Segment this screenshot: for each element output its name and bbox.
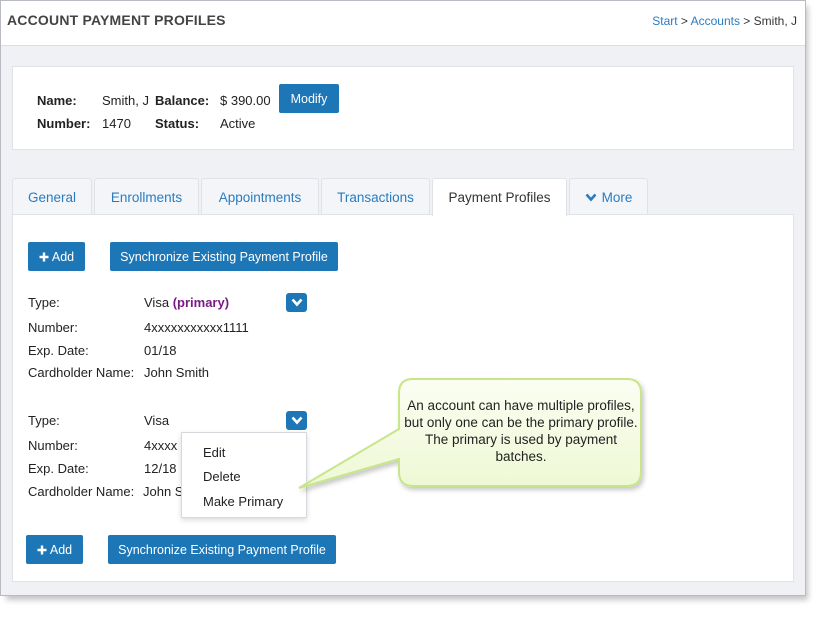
number-value: 1470 [102,116,131,131]
profile-number: 4xxxx [144,438,178,453]
breadcrumb-accounts-link[interactable]: Accounts [691,14,740,28]
balance-value: $ 390.00 [220,93,271,108]
chevron-down-icon [291,298,302,307]
exp-date-label: Exp. Date: [28,461,89,476]
callout-text: An account can have multiple profiles, b… [404,398,638,464]
add-button-label: Add [51,249,75,264]
sync-payment-profile-button[interactable]: Synchronize Existing Payment Profile [110,242,338,271]
balance-label: Balance: [155,93,210,108]
breadcrumb-separator: > [739,14,754,28]
add-button-label: Add [49,542,73,557]
profile-type: Visa (primary) [144,295,230,310]
tab-transactions[interactable]: Transactions [321,178,430,215]
cardholder-label: Cardholder Name: [28,365,135,380]
name-label: Name: [37,93,77,108]
breadcrumb-start-link[interactable]: Start [652,14,677,28]
profile-cardholder: John Smith [144,365,210,380]
profile-exp-date: 12/18 [144,461,177,476]
plus-icon [37,545,47,554]
chevron-down-icon [291,416,302,425]
number-label: Number: [37,116,91,131]
menu-item-delete[interactable]: Delete [203,469,241,484]
tab-enrollments[interactable]: Enrollments [94,178,199,215]
status-value: Active [220,116,256,131]
type-label: Type: [28,413,60,428]
header-bar: ACCOUNT PAYMENT PROFILES Start > Account… [1,1,805,46]
profile-actions-toggle[interactable] [286,411,307,430]
profile-actions-toggle[interactable] [286,293,307,312]
menu-item-make-primary[interactable]: Make Primary [203,494,283,509]
chevron-down-icon [585,193,597,201]
app-window: ACCOUNT PAYMENT PROFILES Start > Account… [0,0,806,596]
status-label: Status: [155,116,200,131]
tab-more-label: More [601,189,633,205]
exp-date-label: Exp. Date: [28,343,89,358]
add-button[interactable]: Add [28,242,85,271]
plus-icon [39,252,49,261]
breadcrumb-current: Smith, J [753,14,797,28]
number-label: Number: [28,438,78,453]
profile-cardholder: John S [143,484,184,499]
account-summary-panel [12,66,794,150]
modify-button[interactable]: Modify [279,84,339,113]
primary-tag: (primary) [172,295,230,310]
number-label: Number: [28,320,78,335]
profile-number: 4xxxxxxxxxxx1111 [144,320,249,335]
cardholder-label: Cardholder Name: [28,484,135,499]
sync-payment-profile-button[interactable]: Synchronize Existing Payment Profile [108,535,336,564]
menu-item-edit[interactable]: Edit [203,445,225,460]
breadcrumb-separator: > [677,14,691,28]
add-button[interactable]: Add [26,535,83,564]
page-title: ACCOUNT PAYMENT PROFILES [7,12,226,28]
profile-type: Visa [144,413,170,428]
tab-general[interactable]: General [12,178,92,215]
tab-more[interactable]: More [569,178,648,215]
type-label: Type: [28,295,60,310]
breadcrumb: Start > Accounts > Smith, J [652,14,797,28]
name-value: Smith, J [102,93,149,108]
profile-actions-menu: Edit Delete Make Primary [181,432,307,518]
profile-exp-date: 01/18 [144,343,177,358]
tab-appointments[interactable]: Appointments [201,178,319,215]
tab-payment-profiles[interactable]: Payment Profiles [432,178,567,216]
